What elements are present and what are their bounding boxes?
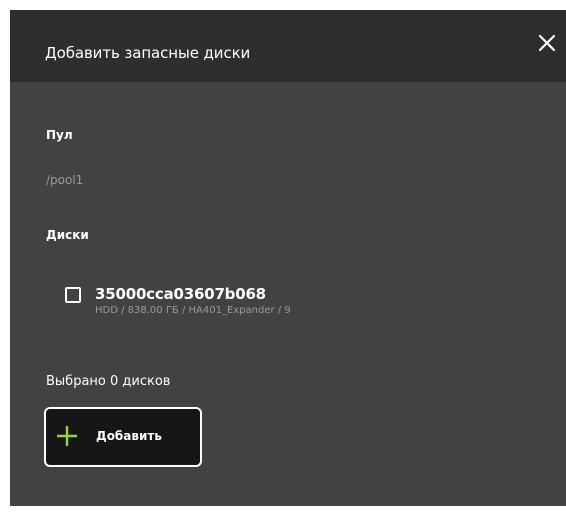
- plus-icon: [56, 425, 78, 447]
- add-spare-disks-dialog: Добавить запасные диски Пул /pool1 Диски…: [10, 10, 566, 506]
- close-icon: [538, 34, 556, 52]
- disk-name: 35000cca03607b068: [95, 285, 266, 303]
- pool-label: Пул: [46, 128, 73, 142]
- dialog-title: Добавить запасные диски: [45, 44, 251, 62]
- disk-list-item[interactable]: 35000cca03607b068 HDD / 838.00 ГБ / HA40…: [65, 285, 465, 325]
- add-button-label: Добавить: [96, 429, 162, 443]
- add-button[interactable]: Добавить: [44, 407, 202, 467]
- pool-value: /pool1: [46, 173, 84, 187]
- selected-count: Выбрано 0 дисков: [46, 374, 171, 389]
- close-button[interactable]: [536, 32, 558, 54]
- disk-details: HDD / 838.00 ГБ / HA401_Expander / 9: [95, 305, 291, 316]
- disk-checkbox[interactable]: [65, 287, 81, 303]
- dialog-header: Добавить запасные диски: [10, 10, 566, 82]
- disks-label: Диски: [46, 228, 89, 242]
